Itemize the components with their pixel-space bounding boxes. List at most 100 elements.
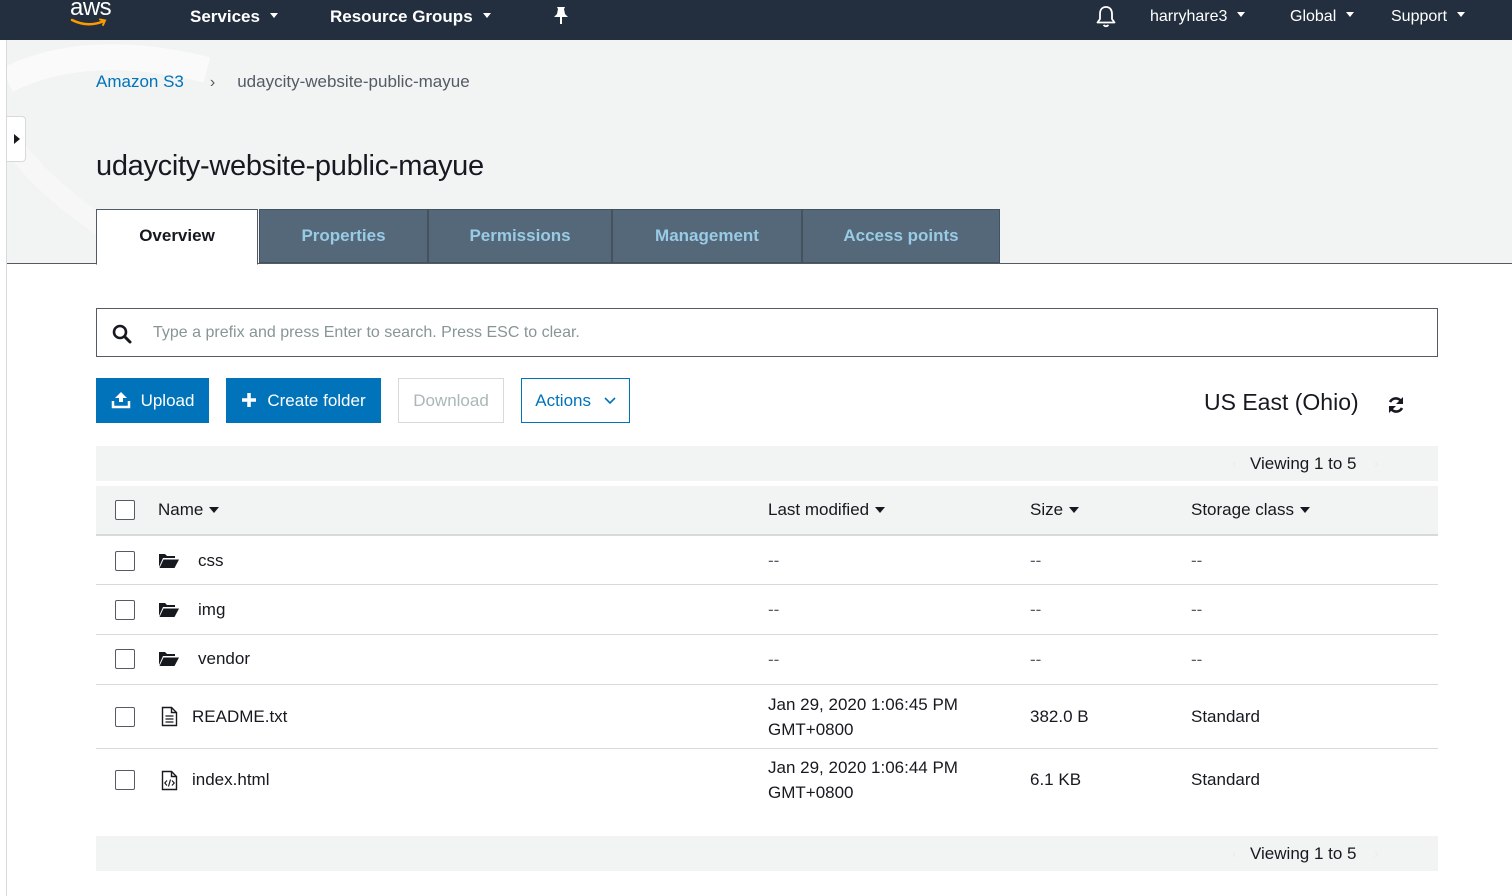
row-checkbox[interactable] [115,770,135,790]
page-title: udaycity-website-public-mayue [96,150,484,182]
folder-open-icon [159,652,179,666]
storage-class-value: -- [1191,600,1203,619]
last-modified-timezone: GMT+0800 [768,783,854,802]
storage-class-value: Standard [1191,707,1260,726]
storage-class-value: Standard [1191,770,1260,789]
caret-down-icon [269,13,278,19]
sidebar-toggle-icon [14,134,20,144]
size-value: 6.1 KB [1030,770,1082,789]
search-input[interactable] [153,317,1413,349]
sort-caret-icon [1069,506,1080,513]
create-folder-label: Create folder [267,391,366,410]
table-row[interactable]: vendor -- -- -- [96,635,1438,685]
sort-caret-icon [209,506,220,513]
support-label: Support [1391,8,1448,25]
table-header: Name Last modified Size Storage class [96,486,1438,536]
sort-caret-icon [875,506,886,513]
pagination-bar-bottom: ‹ Viewing 1 to 5 › [96,836,1438,871]
services-label: Services [190,7,260,26]
object-name-link[interactable]: img [198,600,225,620]
table-row[interactable]: css -- -- -- [96,537,1438,585]
upload-icon [111,391,130,408]
breadcrumb-current: udaycity-website-public-mayue [237,72,470,91]
caret-down-icon [482,13,491,19]
tab-management[interactable]: Management [612,209,802,263]
download-button[interactable]: Download [398,378,504,423]
region-menu-label: Global [1290,8,1337,25]
code-file-icon [161,770,178,791]
size-value: -- [1030,551,1042,570]
tab-access-points[interactable]: Access points [802,209,1000,263]
size-value: -- [1030,650,1042,669]
table-row[interactable]: index.html Jan 29, 2020 1:06:44 PM GMT+0… [96,749,1438,813]
left-rail [0,40,7,896]
storage-class-value: -- [1191,551,1203,570]
support-menu[interactable]: Support [1391,0,1466,34]
prev-page-icon[interactable]: ‹ [1232,455,1237,471]
aws-logo[interactable]: aws [68,0,122,34]
select-all-checkbox[interactable] [115,500,135,520]
caret-down-icon [1237,12,1246,18]
breadcrumb: Amazon S3 › udaycity-website-public-mayue [96,72,470,92]
size-value: -- [1030,600,1042,619]
user-menu[interactable]: harryhare3 [1150,0,1246,34]
create-folder-button[interactable]: Create folder [226,378,381,423]
next-page-icon[interactable]: › [1374,845,1379,861]
column-header-size[interactable]: Size [1030,500,1080,520]
services-menu[interactable]: Services [190,0,278,34]
table-row[interactable]: img -- -- -- [96,585,1438,635]
viewing-count: Viewing 1 to 5 [1250,844,1357,863]
column-header-storage-class-label: Storage class [1191,500,1294,519]
folder-open-icon [159,554,179,568]
refresh-icon[interactable] [1386,395,1406,415]
object-name-link[interactable]: css [198,551,224,571]
prev-page-icon[interactable]: ‹ [1232,845,1237,861]
caret-down-icon [1457,12,1466,18]
row-checkbox[interactable] [115,649,135,669]
last-modified-value: -- [768,650,780,669]
tab-properties[interactable]: Properties [259,209,428,263]
last-modified-value: Jan 29, 2020 1:06:45 PM [768,695,958,714]
column-header-size-label: Size [1030,500,1064,519]
pagination-bar-top: ‹ Viewing 1 to 5 › [96,446,1438,481]
actions-label: Actions [535,391,591,410]
table-row[interactable]: README.txt Jan 29, 2020 1:06:45 PM GMT+0… [96,685,1438,749]
resource-groups-label: Resource Groups [330,7,473,26]
upload-label: Upload [140,391,195,410]
next-page-icon[interactable]: › [1374,455,1379,471]
resource-groups-menu[interactable]: Resource Groups [330,0,491,34]
text-file-icon [161,706,178,727]
row-checkbox[interactable] [115,707,135,727]
search-icon [112,324,132,344]
column-header-name[interactable]: Name [158,500,220,520]
column-header-last-modified-label: Last modified [768,500,870,519]
bell-icon[interactable] [1095,5,1117,29]
last-modified-timezone: GMT+0800 [768,720,854,739]
breadcrumb-link-amazon-s3[interactable]: Amazon S3 [96,72,184,91]
storage-class-value: -- [1191,650,1203,669]
breadcrumb-separator: › [209,74,216,91]
row-checkbox[interactable] [115,600,135,620]
user-label: harryhare3 [1150,8,1228,25]
folder-open-icon [159,603,179,617]
object-name-link[interactable]: index.html [192,770,269,790]
object-name-link[interactable]: README.txt [192,707,287,727]
aws-smile-icon [70,18,107,26]
column-header-last-modified[interactable]: Last modified [768,500,886,520]
sidebar-toggle-button[interactable] [7,116,26,162]
tab-permissions[interactable]: Permissions [428,209,612,263]
row-checkbox[interactable] [115,551,135,571]
upload-button[interactable]: Upload [96,378,209,423]
plus-icon [242,392,257,407]
object-name-link[interactable]: vendor [198,649,250,669]
actions-dropdown[interactable]: Actions [521,378,630,423]
column-header-name-label: Name [158,500,204,519]
region-menu[interactable]: Global [1290,0,1355,34]
sort-caret-icon [1300,506,1310,513]
viewing-count: Viewing 1 to 5 [1250,454,1357,473]
last-modified-value: Jan 29, 2020 1:06:44 PM [768,758,958,777]
pin-icon[interactable] [552,6,570,26]
tab-overview[interactable]: Overview [96,209,258,265]
size-value: 382.0 B [1030,707,1089,726]
column-header-storage-class[interactable]: Storage class [1191,500,1310,520]
